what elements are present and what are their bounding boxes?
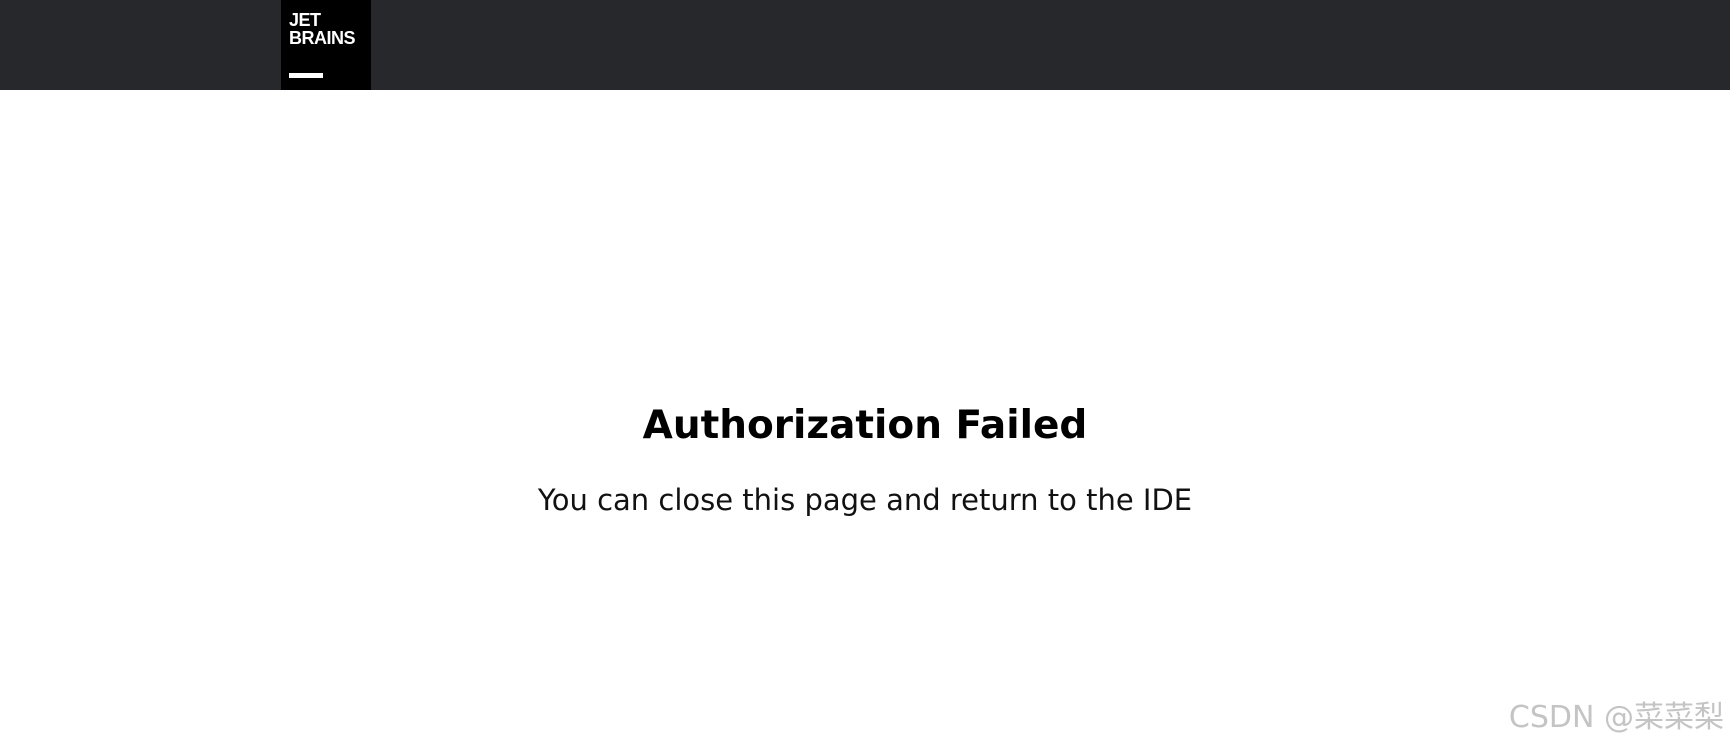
main-content: Authorization Failed You can close this …: [0, 90, 1730, 752]
logo-line-2: BRAINS: [289, 28, 356, 48]
jetbrains-logo[interactable]: JET BRAINS: [281, 0, 371, 90]
watermark-text: CSDN @菜菜梨: [1508, 700, 1724, 735]
logo-underline-bar: [289, 73, 323, 78]
status-message: You can close this page and return to th…: [537, 483, 1193, 517]
logo-wordmark: JET BRAINS: [289, 11, 369, 47]
top-header: JET BRAINS: [0, 0, 1730, 90]
logo-line-1: JET: [289, 10, 321, 30]
page-title: Authorization Failed: [642, 403, 1088, 448]
